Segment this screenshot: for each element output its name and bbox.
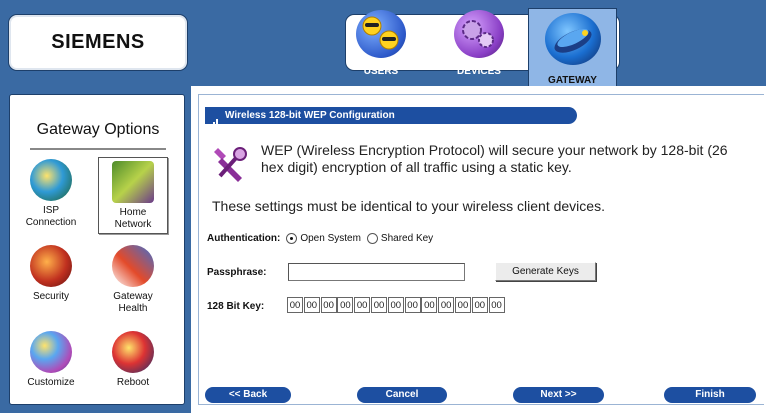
- key-byte-field[interactable]: [438, 297, 455, 313]
- passphrase-input[interactable]: [288, 263, 465, 281]
- key-byte-field[interactable]: [454, 297, 471, 313]
- key-byte-field[interactable]: [337, 297, 354, 313]
- main-content: Wireless 128-bit WEP Configuration WEP (…: [191, 86, 766, 413]
- key-byte-field[interactable]: [488, 297, 505, 313]
- signal-bars-icon: [210, 111, 220, 128]
- shared-key-label: Shared Key: [380, 233, 434, 244]
- tab-gateway-label: GATEWAY: [548, 75, 597, 86]
- sidebar-item-security[interactable]: Security: [16, 245, 86, 303]
- sidebar-item-label: Network: [114, 219, 152, 230]
- tab-users[interactable]: USERS: [346, 8, 416, 80]
- sidebar-item-label: Connection: [25, 217, 77, 228]
- sidebar-item-label: Reboot: [116, 377, 150, 388]
- tab-users-label: USERS: [363, 66, 399, 77]
- reboot-icon: [112, 331, 154, 373]
- security-icon: [30, 245, 72, 287]
- key-byte-field[interactable]: [287, 297, 303, 313]
- sidebar-item-reboot[interactable]: Reboot: [98, 331, 168, 389]
- gateway-health-icon: [112, 245, 154, 287]
- key-label: 128 Bit Key:: [207, 301, 265, 312]
- authentication-row: Authentication: Open System Shared Key: [207, 233, 437, 244]
- key-byte-field[interactable]: [421, 297, 438, 313]
- wrench-key-icon: [212, 144, 248, 184]
- authentication-label: Authentication:: [207, 233, 281, 244]
- next-button[interactable]: Next >>: [513, 387, 604, 403]
- cancel-button[interactable]: Cancel: [357, 387, 447, 403]
- sidebar-item-label: Security: [32, 291, 70, 302]
- sidebar-panel: Gateway Options ISP Connection Home Networ…: [9, 94, 185, 405]
- home-network-icon: [112, 161, 154, 203]
- sidebar-item-label: ISP: [42, 205, 60, 216]
- key-byte-field[interactable]: [370, 297, 387, 313]
- brand-name: SIEMENS: [51, 31, 145, 53]
- back-button[interactable]: << Back: [205, 387, 291, 403]
- wep-description: WEP (Wireless Encryption Protocol) will …: [261, 142, 728, 175]
- passphrase-label: Passphrase:: [207, 267, 267, 278]
- brand-logo: SIEMENS: [8, 14, 188, 71]
- sidebar-item-label: Health: [118, 303, 148, 314]
- key-byte-field[interactable]: [404, 297, 421, 313]
- customize-icon: [30, 331, 72, 373]
- sidebar-item-home-network[interactable]: Home Network: [98, 157, 168, 234]
- open-system-label: Open System: [300, 233, 361, 244]
- sidebar-divider: [30, 148, 166, 150]
- shared-key-radio[interactable]: [366, 233, 378, 244]
- sidebar-item-customize[interactable]: Customize: [16, 331, 86, 389]
- section-title: Wireless 128-bit WEP Configuration: [225, 110, 395, 121]
- key-fields: [287, 297, 505, 313]
- sidebar-item-isp-connection[interactable]: ISP Connection: [16, 159, 86, 229]
- section-title-bar: Wireless 128-bit WEP Configuration: [205, 107, 577, 128]
- sidebar-item-gateway-health[interactable]: Gateway Health: [98, 245, 168, 315]
- sidebar-item-label: Gateway: [113, 291, 153, 302]
- content-frame: [198, 94, 764, 405]
- header-bar: SIEMENS USERS DEVICES GATEWAY: [0, 0, 766, 86]
- finish-button[interactable]: Finish: [664, 387, 756, 403]
- settings-note: These settings must be identical to your…: [212, 198, 605, 214]
- sidebar-item-label: Customize: [27, 377, 75, 388]
- open-system-radio[interactable]: [286, 233, 298, 244]
- key-byte-field[interactable]: [354, 297, 371, 313]
- tab-devices[interactable]: DEVICES: [444, 8, 514, 80]
- tab-gateway[interactable]: GATEWAY: [528, 8, 617, 86]
- sidebar-item-label: Home: [119, 207, 147, 218]
- key-byte-field[interactable]: [320, 297, 337, 313]
- key-byte-field[interactable]: [387, 297, 404, 313]
- gateway-icon: [544, 13, 601, 65]
- sidebar: Gateway Options ISP Connection Home Networ…: [0, 86, 191, 413]
- sidebar-title: Gateway Options: [36, 121, 160, 138]
- key-byte-field[interactable]: [471, 297, 488, 313]
- generate-keys-button[interactable]: Generate Keys: [495, 262, 596, 281]
- devices-icon: [454, 10, 504, 58]
- tab-devices-label: DEVICES: [457, 66, 501, 77]
- users-icon: [356, 10, 406, 58]
- isp-connection-icon: [30, 159, 72, 201]
- key-byte-field[interactable]: [303, 297, 320, 313]
